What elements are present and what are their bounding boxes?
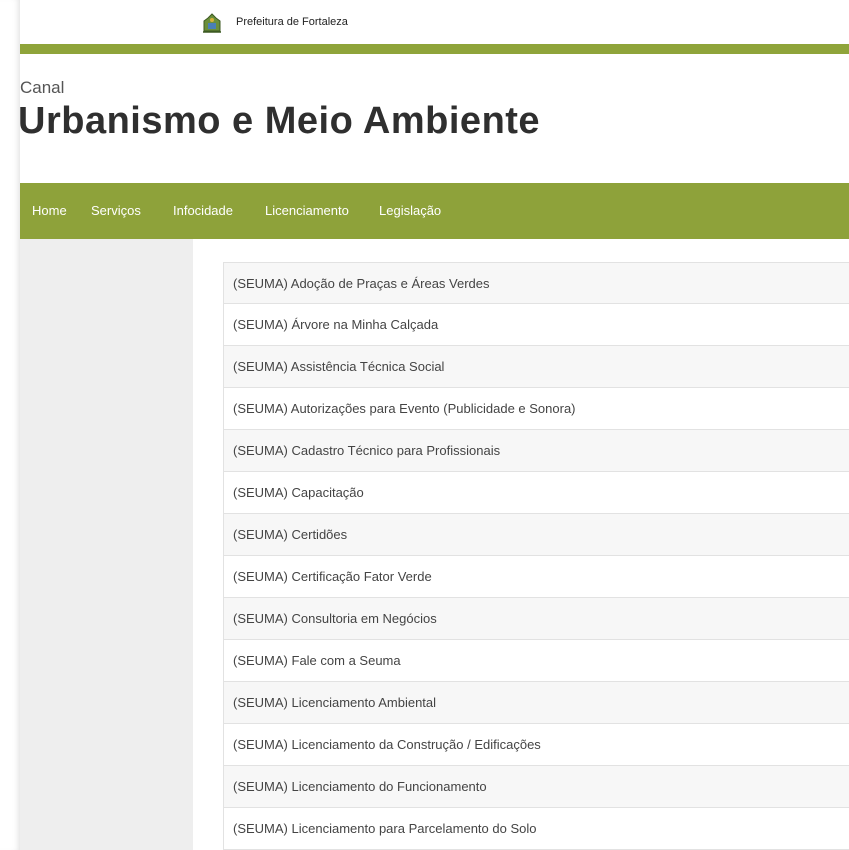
service-autorizacoes-evento[interactable]: (SEUMA) Autorizações para Evento (Public… [223,388,849,430]
service-certidoes[interactable]: (SEUMA) Certidões [223,514,849,556]
nav-home[interactable]: Home [32,203,67,218]
service-arvore-calcada[interactable]: (SEUMA) Árvore na Minha Calçada [223,304,849,346]
service-fator-verde[interactable]: (SEUMA) Certificação Fator Verde [223,556,849,598]
service-licenciamento-construcao[interactable]: (SEUMA) Licenciamento da Construção / Ed… [223,724,849,766]
service-list: (SEUMA) Adoção de Praças e Áreas Verdes … [223,262,849,850]
org-name[interactable]: Prefeitura de Fortaleza [236,16,348,28]
sidebar [20,239,193,850]
main-nav: Home Serviços Infocidade Licenciamento L… [20,183,849,239]
page-edge-shadow [0,0,20,850]
service-cadastro-tecnico[interactable]: (SEUMA) Cadastro Técnico para Profission… [223,430,849,472]
nav-licenciamento[interactable]: Licenciamento [265,203,349,218]
service-fale-seuma[interactable]: (SEUMA) Fale com a Seuma [223,640,849,682]
service-licenciamento-funcionamento[interactable]: (SEUMA) Licenciamento do Funcionamento [223,766,849,808]
page-title: Urbanismo e Meio Ambiente [18,100,541,142]
top-bar: Prefeitura de Fortaleza [20,0,849,44]
nav-legislacao[interactable]: Legislação [379,203,441,218]
service-parcelamento-solo[interactable]: (SEUMA) Licenciamento para Parcelamento … [223,808,849,850]
nav-servicos[interactable]: Serviços [91,203,141,218]
header-stripe [20,44,849,54]
service-adocao-pracas[interactable]: (SEUMA) Adoção de Praças e Áreas Verdes [223,262,849,304]
city-crest-icon [203,13,221,33]
service-assistencia-tecnica[interactable]: (SEUMA) Assistência Técnica Social [223,346,849,388]
nav-infocidade[interactable]: Infocidade [173,203,233,218]
service-capacitacao[interactable]: (SEUMA) Capacitação [223,472,849,514]
service-licenciamento-ambiental[interactable]: (SEUMA) Licenciamento Ambiental [223,682,849,724]
service-consultoria[interactable]: (SEUMA) Consultoria em Negócios [223,598,849,640]
canal-label: Canal [20,78,65,97]
